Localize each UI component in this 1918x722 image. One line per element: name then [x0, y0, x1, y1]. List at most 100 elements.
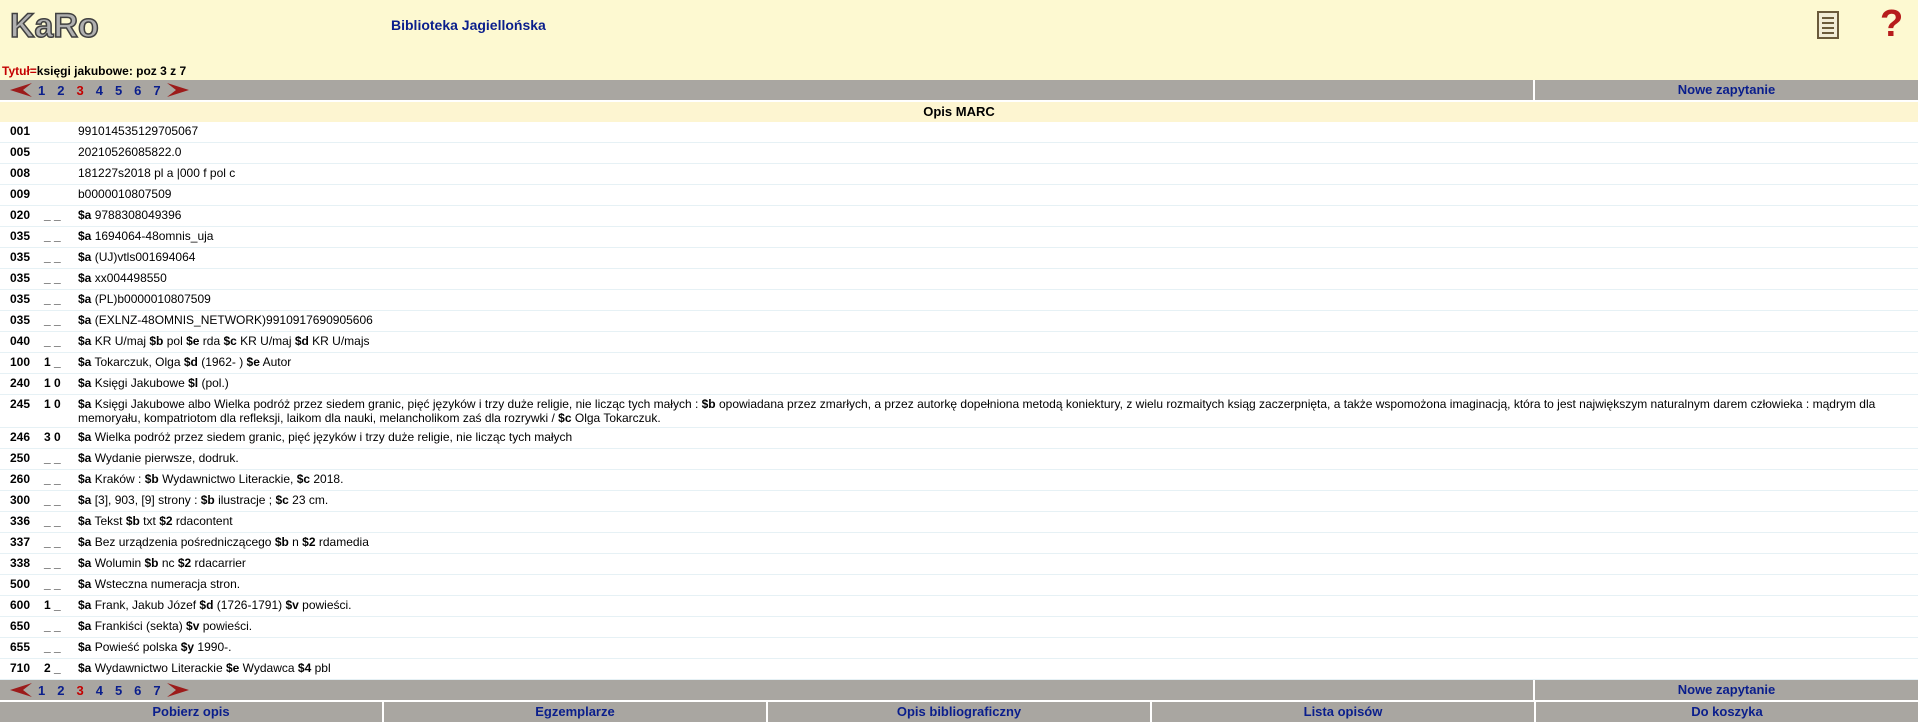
- query-label: Tytuł=: [2, 64, 37, 78]
- next-arrow-icon[interactable]: [166, 683, 189, 697]
- page-link[interactable]: 1: [38, 683, 45, 698]
- marc-indicators: _ _: [44, 310, 78, 332]
- library-name[interactable]: Biblioteka Jagiellońska: [391, 17, 546, 33]
- prev-arrow-icon[interactable]: [10, 683, 32, 697]
- marc-row: 035 _ _ $a xx004498550: [0, 268, 1918, 290]
- section-title: Opis MARC: [0, 102, 1918, 122]
- page-link[interactable]: 4: [96, 83, 103, 98]
- marc-row: 260 _ _ $a Kraków : $b Wydawnictwo Literac…: [0, 469, 1918, 491]
- next-arrow-icon[interactable]: [166, 83, 189, 97]
- marc-indicators: _ _: [44, 448, 78, 470]
- page-link-current[interactable]: 3: [76, 683, 83, 698]
- marc-indicators: 1 _: [44, 352, 78, 374]
- marc-value: $a (PL)b0000010807509: [78, 289, 1918, 311]
- subfield-text: pbl: [311, 661, 331, 675]
- subfield-text: Wolumin: [91, 556, 145, 570]
- subfield-code: $c: [223, 334, 237, 348]
- marc-row: 035 _ _ $a 1694064-48omnis_uja: [0, 226, 1918, 248]
- subfield-text: 181227s2018 pl a |000 f pol c: [78, 166, 236, 180]
- subfield-text: ilustracje ;: [214, 493, 276, 507]
- karo-logo[interactable]: KaRo: [8, 6, 112, 46]
- subfield-text: KR U/maj: [91, 334, 150, 348]
- marc-indicators: [44, 122, 78, 143]
- top-navigation: 1 2 3 4 5 6 7 Nowe zapytanie: [0, 80, 1918, 102]
- page-link[interactable]: 5: [115, 83, 122, 98]
- marc-row: 009 b0000010807509: [0, 184, 1918, 206]
- subfield-text: (1726-1791): [213, 598, 286, 612]
- subfield-code: $2: [302, 535, 316, 549]
- marc-value: $a Powieść polska $y 1990-.: [78, 637, 1918, 659]
- subfield-code: $b: [274, 535, 289, 549]
- subfield-text: Wielka podróż przez siedem granic, pięć …: [91, 430, 573, 444]
- page-link[interactable]: 2: [57, 683, 64, 698]
- marc-tag: 250: [0, 448, 44, 470]
- subfield-code: $a: [78, 598, 92, 612]
- subfield-text: xx004498550: [91, 271, 167, 285]
- marc-row: 035 _ _ $a (UJ)vtls001694064: [0, 247, 1918, 269]
- description-list-button[interactable]: Lista opisów: [1152, 702, 1536, 722]
- marc-tag: 008: [0, 163, 44, 185]
- subfield-code: $v: [285, 598, 299, 612]
- page-link[interactable]: 6: [134, 83, 141, 98]
- action-bar: Pobierz opis Egzemplarze Opis bibliograf…: [0, 702, 1918, 722]
- subfield-code: $a: [78, 535, 92, 549]
- new-query-link[interactable]: Nowe zapytanie: [1533, 80, 1918, 100]
- marc-indicators: 2 _: [44, 658, 78, 680]
- subfield-text: rda: [199, 334, 224, 348]
- marc-row: 600 1 _ $a Frank, Jakub Józef $d (1726-179…: [0, 595, 1918, 617]
- marc-row: 008 181227s2018 pl a |000 f pol c: [0, 163, 1918, 185]
- marc-row: 100 1 _ $a Tokarczuk, Olga $d (1962- ) $e …: [0, 352, 1918, 374]
- query-line: Tytuł=księgi jakubowe: poz 3 z 7: [0, 62, 1918, 80]
- download-description-button[interactable]: Pobierz opis: [0, 702, 384, 722]
- subfield-code: $b: [144, 556, 159, 570]
- subfield-code: $b: [125, 514, 140, 528]
- marc-row: 650 _ _ $a Frankiści (sekta) $v powieści.: [0, 616, 1918, 638]
- subfield-code: $y: [180, 640, 195, 654]
- marc-tag: 710: [0, 658, 44, 680]
- page-link[interactable]: 2: [57, 83, 64, 98]
- page-link[interactable]: 6: [134, 683, 141, 698]
- subfield-text: Olga Tokarczuk.: [571, 411, 661, 425]
- subfield-text: Frank, Jakub Józef: [91, 598, 200, 612]
- marc-row: 240 1 0 $a Księgi Jakubowe $l (pol.): [0, 373, 1918, 395]
- pager-top: 1 2 3 4 5 6 7: [0, 80, 1533, 100]
- page-link[interactable]: 7: [153, 683, 160, 698]
- subfield-code: $a: [78, 577, 92, 591]
- page-link-current[interactable]: 3: [76, 83, 83, 98]
- subfield-code: $a: [78, 376, 92, 390]
- add-to-cart-button[interactable]: Do koszyka: [1536, 702, 1918, 722]
- subfield-text: KR U/maj: [236, 334, 295, 348]
- marc-value: 181227s2018 pl a |000 f pol c: [78, 163, 1918, 185]
- subfield-text: (pol.): [198, 376, 229, 390]
- subfield-code: $b: [149, 334, 164, 348]
- marc-tag: 009: [0, 184, 44, 206]
- svg-text:KaRo: KaRo: [10, 7, 99, 45]
- subfield-code: $a: [78, 292, 92, 306]
- subfield-code: $c: [296, 472, 311, 486]
- subfield-code: $a: [78, 430, 92, 444]
- marc-indicators: _ _: [44, 289, 78, 311]
- subfield-code: $a: [78, 661, 92, 675]
- subfield-code: $a: [78, 556, 92, 570]
- new-query-link[interactable]: Nowe zapytanie: [1533, 680, 1918, 700]
- marc-tag: 655: [0, 637, 44, 659]
- subfield-text: rdacontent: [172, 514, 233, 528]
- marc-indicators: 1 _: [44, 595, 78, 617]
- subfield-text: 991014535129705067: [78, 124, 199, 138]
- subfield-text: Wydawnictwo Literackie,: [158, 472, 297, 486]
- help-question-icon[interactable]: ?: [1880, 1, 1903, 47]
- marc-row: 250 _ _ $a Wydanie pierwsze, dodruk.: [0, 448, 1918, 470]
- page-link[interactable]: 7: [153, 83, 160, 98]
- marc-value: $a Tokarczuk, Olga $d (1962- ) $e Autor: [78, 352, 1918, 374]
- marc-indicators: _ _: [44, 637, 78, 659]
- page-link[interactable]: 4: [96, 683, 103, 698]
- bibliographic-description-button[interactable]: Opis bibliograficzny: [768, 702, 1152, 722]
- marc-tag: 035: [0, 247, 44, 269]
- prev-arrow-icon[interactable]: [10, 83, 32, 97]
- page-link[interactable]: 1: [38, 83, 45, 98]
- subfield-text: Tekst: [91, 514, 126, 528]
- subfield-text: Kraków :: [91, 472, 145, 486]
- page-link[interactable]: 5: [115, 683, 122, 698]
- copies-button[interactable]: Egzemplarze: [384, 702, 768, 722]
- document-icon[interactable]: [1817, 11, 1839, 39]
